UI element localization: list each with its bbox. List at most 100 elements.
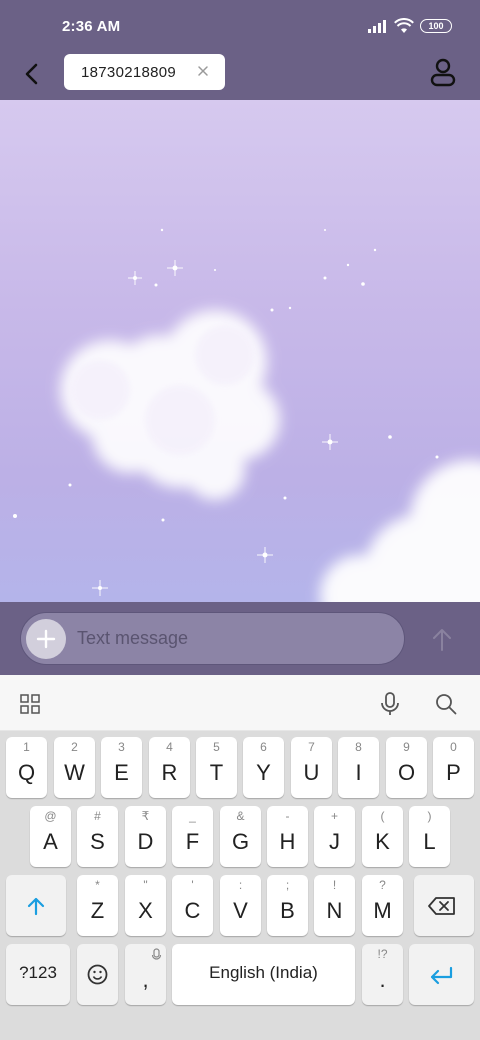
key-t[interactable]: 5 T	[196, 737, 237, 798]
status-icons: 100	[368, 18, 452, 34]
key-label: O	[397, 760, 416, 785]
send-arrow-icon[interactable]	[428, 626, 456, 654]
enter-key[interactable]	[409, 944, 474, 1005]
key-label: K	[375, 829, 390, 854]
search-icon[interactable]	[435, 693, 457, 715]
key-g[interactable]: & G	[220, 806, 261, 867]
contact-icon[interactable]	[428, 56, 458, 88]
microphone-icon[interactable]	[380, 692, 400, 716]
key-label: C	[184, 898, 201, 923]
chat-wallpaper	[0, 100, 480, 602]
key-p[interactable]: 0 P	[433, 737, 474, 798]
key-k[interactable]: ( K	[362, 806, 403, 867]
emoji-key[interactable]	[77, 944, 118, 1005]
key-x[interactable]: " X	[125, 875, 166, 936]
key-u[interactable]: 7 U	[291, 737, 332, 798]
back-button[interactable]	[18, 58, 46, 90]
key-label: P	[446, 760, 461, 785]
key-r[interactable]: 4 R	[149, 737, 190, 798]
key-hint: 0	[450, 740, 457, 754]
microphone-hint-icon	[151, 948, 162, 960]
key-n[interactable]: ! N	[314, 875, 355, 936]
keyboard: 1 Q 2 W 3 E 4 R 5 T 6 Y 7 U 8 I 9 O 0 P …	[0, 731, 480, 1040]
key-y[interactable]: 6 Y	[243, 737, 284, 798]
key-hint: _	[189, 809, 196, 823]
apps-grid-icon[interactable]	[20, 694, 40, 714]
heart-cloud-illustration	[13, 228, 480, 602]
key-hint: )	[427, 809, 432, 823]
key-label: I	[355, 760, 362, 785]
key-label: E	[114, 760, 129, 785]
symbols-label: ?123	[19, 963, 57, 982]
key-a[interactable]: @ A	[30, 806, 71, 867]
key-label: N	[326, 898, 343, 923]
key-l[interactable]: ) L	[409, 806, 450, 867]
key-z[interactable]: * Z	[77, 875, 118, 936]
comma-key[interactable]: ,	[125, 944, 166, 1005]
key-hint: @	[44, 809, 57, 823]
key-hint: '	[191, 878, 194, 892]
key-hint: *	[95, 878, 100, 892]
message-placeholder: Text message	[77, 628, 189, 648]
key-hint: 8	[355, 740, 362, 754]
message-composer: Text message	[0, 602, 480, 675]
key-label: T	[209, 760, 224, 785]
key-h[interactable]: - H	[267, 806, 308, 867]
message-input[interactable]: Text message	[20, 612, 405, 665]
key-hint: !?	[377, 947, 388, 961]
key-hint: 7	[308, 740, 315, 754]
close-icon[interactable]	[195, 63, 211, 79]
key-v[interactable]: : V	[220, 875, 261, 936]
key-label: U	[303, 760, 320, 785]
key-label: R	[161, 760, 178, 785]
backspace-key[interactable]	[414, 875, 474, 936]
key-label: Q	[17, 760, 36, 785]
key-o[interactable]: 9 O	[386, 737, 427, 798]
battery-icon: 100	[420, 19, 452, 33]
key-hint: ₹	[141, 809, 150, 823]
key-d[interactable]: ₹ D	[125, 806, 166, 867]
key-hint: :	[238, 878, 243, 892]
key-label: A	[43, 829, 58, 854]
key-label: M	[373, 898, 392, 923]
key-label: F	[185, 829, 200, 854]
key-label: B	[280, 898, 295, 923]
key-i[interactable]: 8 I	[338, 737, 379, 798]
key-hint: 4	[166, 740, 173, 754]
shift-arrow-icon	[27, 897, 45, 916]
key-q[interactable]: 1 Q	[6, 737, 47, 798]
attach-button[interactable]	[26, 619, 66, 659]
key-hint: 6	[260, 740, 267, 754]
key-hint: ?	[379, 878, 386, 892]
key-m[interactable]: ? M	[362, 875, 403, 936]
key-f[interactable]: _ F	[172, 806, 213, 867]
key-label: X	[138, 898, 153, 923]
key-hint: +	[330, 809, 338, 823]
comma-label: ,	[142, 967, 149, 992]
plus-icon	[36, 629, 56, 649]
signal-icon	[368, 19, 388, 33]
key-label: D	[137, 829, 154, 854]
key-s[interactable]: # S	[77, 806, 118, 867]
shift-key[interactable]	[6, 875, 66, 936]
key-label: G	[231, 829, 250, 854]
key-hint: (	[380, 809, 385, 823]
key-b[interactable]: ; B	[267, 875, 308, 936]
space-key[interactable]: English (India)	[172, 944, 355, 1005]
key-hint: 3	[118, 740, 125, 754]
key-e[interactable]: 3 E	[101, 737, 142, 798]
key-hint: #	[94, 809, 101, 823]
recipient-chip[interactable]: 18730218809	[64, 54, 225, 90]
period-key[interactable]: !? .	[362, 944, 403, 1005]
key-hint: !	[332, 878, 337, 892]
key-label: W	[64, 760, 85, 785]
symbols-key[interactable]: ?123	[6, 944, 70, 1005]
key-label: S	[90, 829, 105, 854]
status-time: 2:36 AM	[62, 18, 121, 35]
back-arrow-icon	[25, 63, 38, 85]
backspace-icon	[428, 897, 455, 915]
key-j[interactable]: + J	[314, 806, 355, 867]
key-c[interactable]: ' C	[172, 875, 213, 936]
key-label: Y	[256, 760, 271, 785]
key-w[interactable]: 2 W	[54, 737, 95, 798]
